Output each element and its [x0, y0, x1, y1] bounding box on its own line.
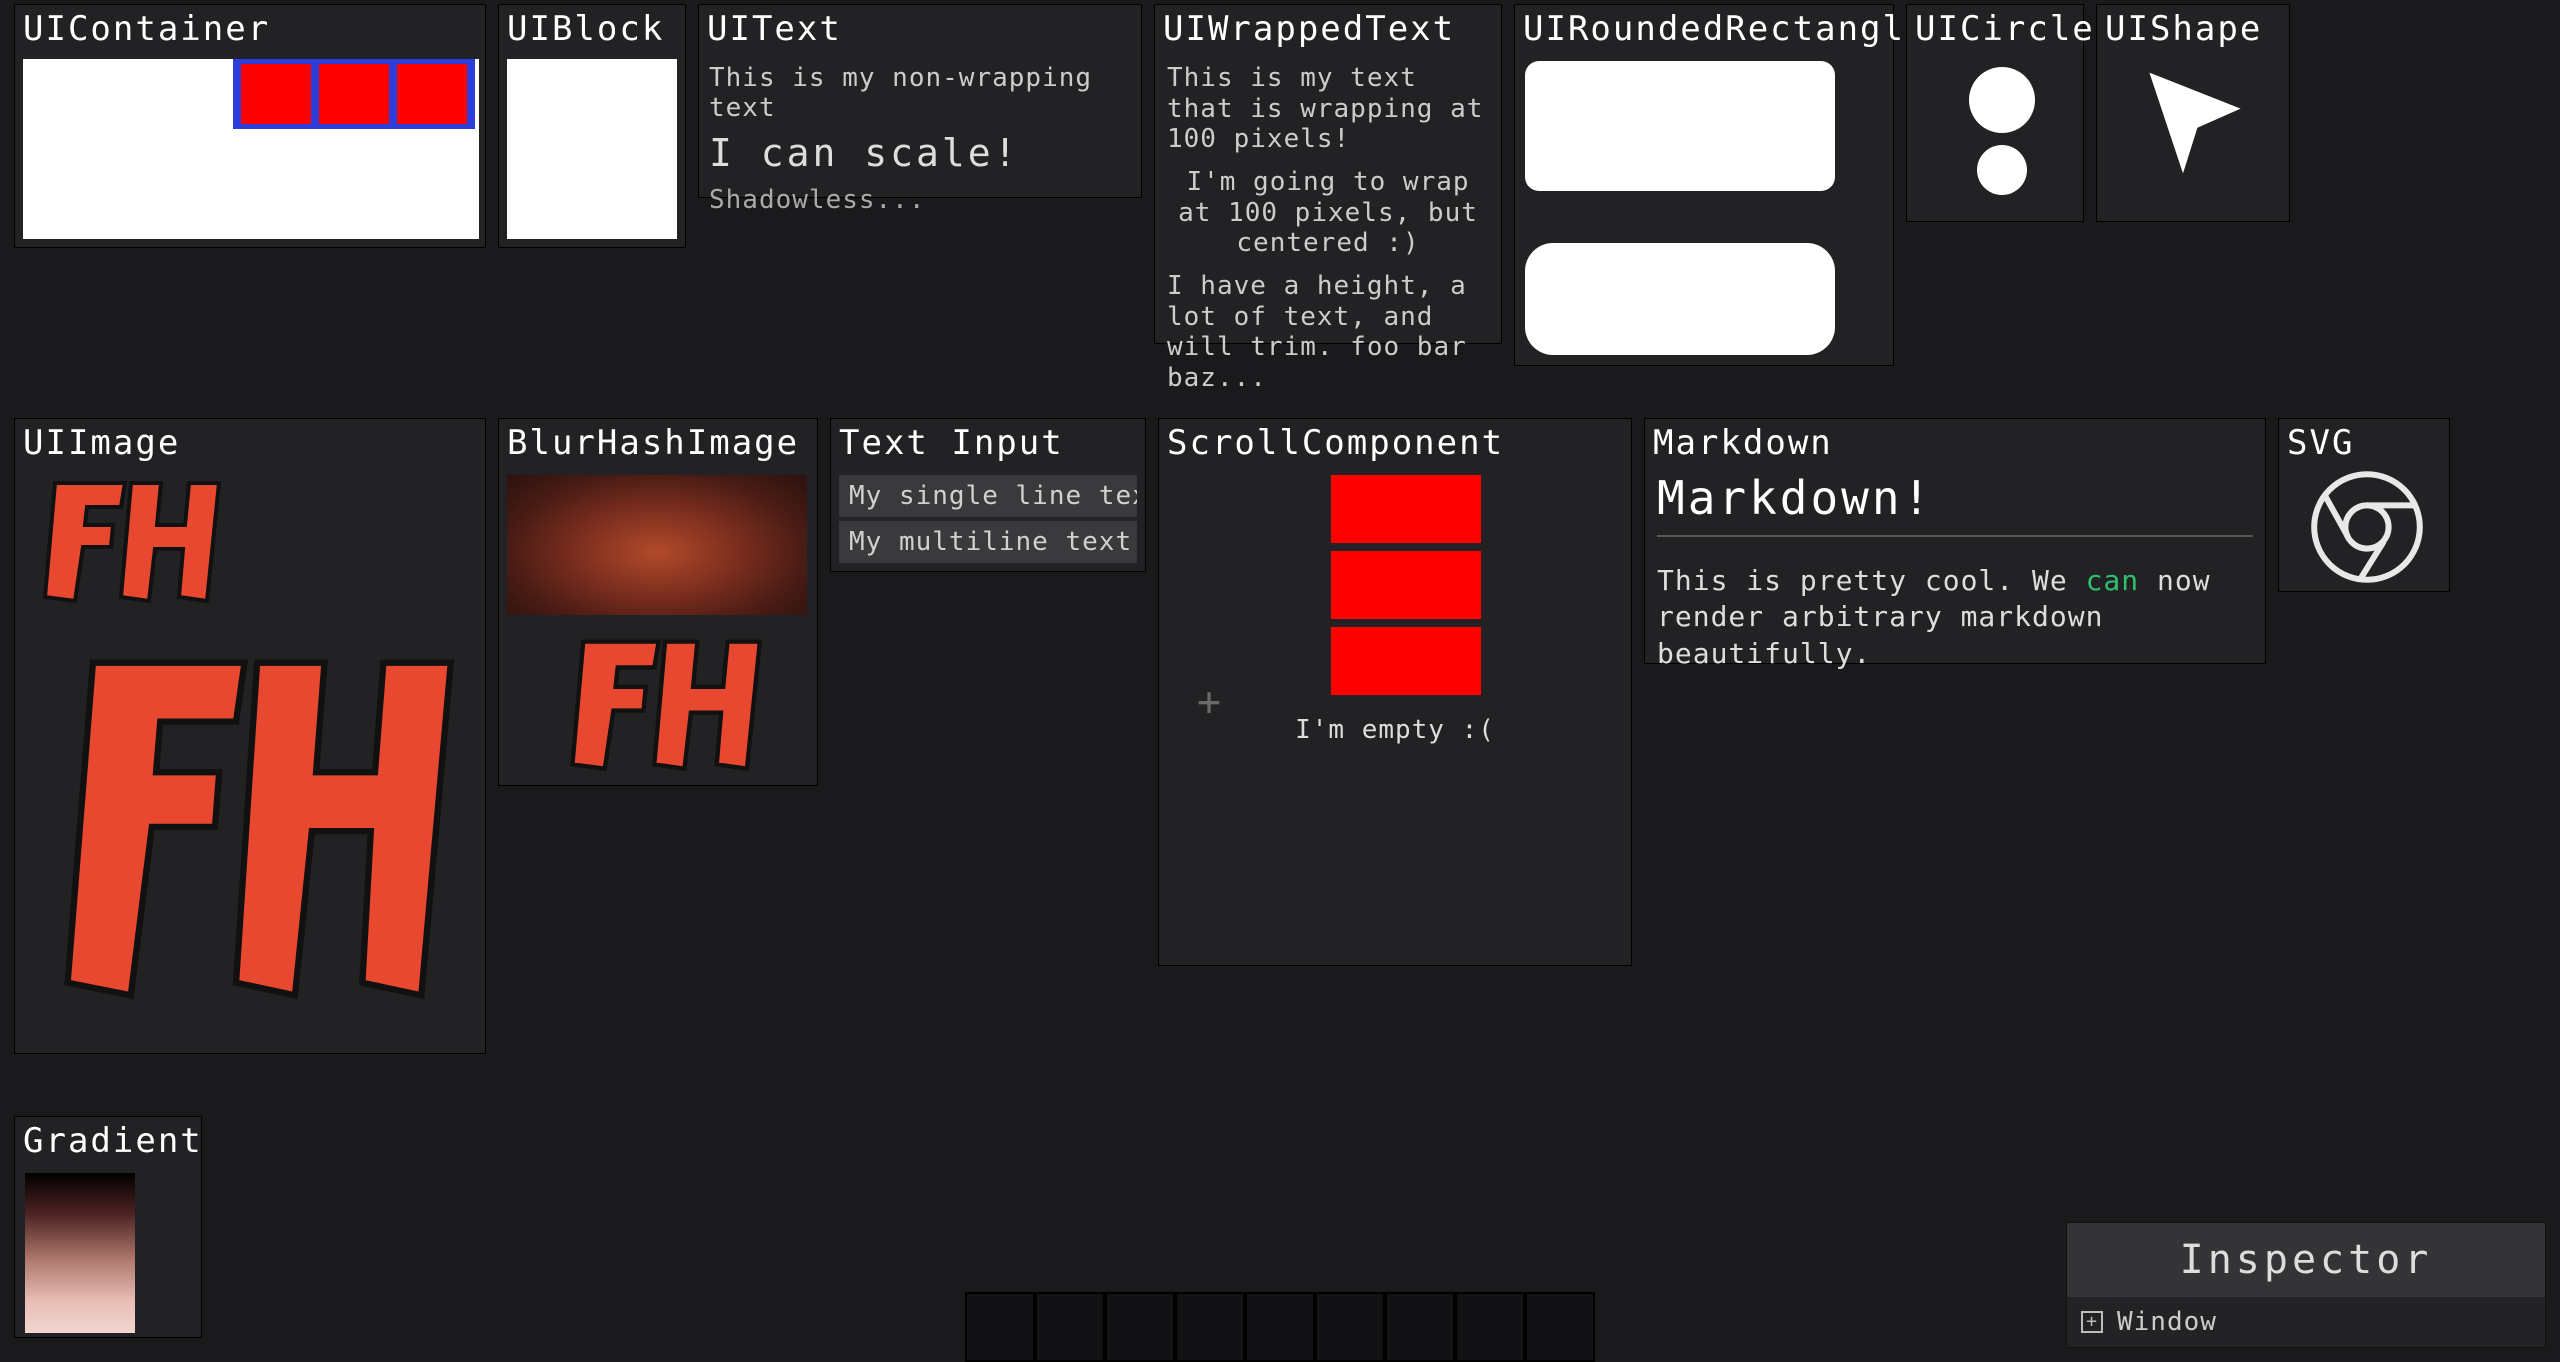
blurhash-preview [507, 475, 807, 615]
uicontainer-red-2 [319, 64, 389, 124]
panel-title: Text Input [831, 419, 1145, 471]
wrapped-para-1: This is my text that is wrapping at 100 … [1155, 57, 1501, 161]
hotbar-slot [1385, 1292, 1455, 1362]
inspector-title: Inspector [2067, 1223, 2545, 1297]
hotbar-slot [1105, 1292, 1175, 1362]
hotbar-slot [1525, 1292, 1595, 1362]
circle-1 [1969, 67, 2035, 133]
rounded-rect-1 [1525, 61, 1835, 191]
panel-title: UIBlock [499, 5, 685, 57]
panel-title: UIContainer [15, 5, 485, 57]
panel-uiroundedrectangle: UIRoundedRectangle [1514, 4, 1894, 366]
panel-uiwrappedtext: UIWrappedText This is my text that is wr… [1154, 4, 1502, 344]
uitext-line-scale: I can scale! [699, 129, 1141, 181]
single-line-input[interactable]: My single line text [839, 475, 1137, 517]
panel-title: UIRoundedRectangle [1515, 5, 1893, 57]
scroll-item-2[interactable] [1331, 551, 1481, 619]
expand-icon[interactable]: + [2081, 1311, 2103, 1333]
panel-title: ScrollComponent [1159, 419, 1631, 471]
panel-blurhashimage: BlurHashImage [498, 418, 818, 786]
panel-title: Markdown [1645, 419, 2265, 471]
hotbar-slot [1035, 1292, 1105, 1362]
panel-svg: SVG [2278, 418, 2450, 592]
fh-logo-medium [559, 633, 769, 773]
gradient-swatch [25, 1173, 135, 1333]
uicontainer-red-1 [241, 64, 311, 124]
inspector-tree-root-label: Window [2117, 1307, 2217, 1337]
panel-uitext: UIText This is my non-wrapping text I ca… [698, 4, 1142, 198]
inspector-panel: Inspector + Window [2066, 1222, 2546, 1348]
uitext-line-nowrap: This is my non-wrapping text [699, 57, 1141, 129]
panel-title: SVG [2279, 419, 2449, 471]
panel-uiimage: UIImage [14, 418, 486, 1054]
rounded-rect-2 [1525, 243, 1835, 355]
panel-markdown: Markdown Markdown! This is pretty cool. … [1644, 418, 2266, 664]
hotbar-slot [965, 1292, 1035, 1362]
uiblock-white-box [507, 59, 677, 239]
hotbar-slot [1315, 1292, 1385, 1362]
hotbar-slot [1245, 1292, 1315, 1362]
wrapped-para-2: I'm going to wrap at 100 pixels, but cen… [1155, 161, 1501, 265]
panel-title: UICircle [1907, 5, 2083, 57]
multi-line-input[interactable]: My multiline text... [839, 521, 1137, 563]
panel-title: UIImage [15, 419, 485, 471]
scroll-item-1[interactable] [1331, 475, 1481, 543]
markdown-heading: Markdown! [1645, 471, 2265, 531]
panel-title: BlurHashImage [499, 419, 817, 471]
hotbar [965, 1292, 1595, 1362]
panel-gradient: Gradient [14, 1116, 202, 1338]
hotbar-slot [1455, 1292, 1525, 1362]
panel-text-input: Text Input My single line text My multil… [830, 418, 1146, 572]
panel-scroll-component: ScrollComponent + I'm empty :( [1158, 418, 1632, 966]
scroll-item-3[interactable] [1331, 627, 1481, 695]
chrome-logo-icon [2307, 467, 2427, 587]
panel-title: Gradient [15, 1117, 201, 1169]
panel-title: UIShape [2097, 5, 2289, 57]
fh-logo-small [35, 475, 225, 605]
panel-uicircle: UICircle [1906, 4, 2084, 222]
panel-uiblock: UIBlock [498, 4, 686, 248]
markdown-rule [1657, 535, 2253, 537]
panel-title: UIText [699, 5, 1141, 57]
markdown-body-em: can [2086, 564, 2140, 597]
markdown-body-pre: This is pretty cool. We [1657, 564, 2086, 597]
hotbar-slot [1175, 1292, 1245, 1362]
uitext-line-shadowless: Shadowless... [699, 181, 1141, 219]
uicontainer-red-3 [397, 64, 467, 124]
arrow-cursor-icon [2135, 63, 2255, 183]
inspector-tree-row[interactable]: + Window [2067, 1297, 2545, 1347]
circle-2 [1977, 145, 2027, 195]
markdown-body: This is pretty cool. We can now render a… [1645, 563, 2265, 672]
wrapped-para-3: I have a height, a lot of text, and will… [1155, 265, 1501, 400]
fh-logo-large [55, 649, 455, 1009]
scroll-empty-label: I'm empty :( [1159, 715, 1631, 745]
panel-title: UIWrappedText [1155, 5, 1501, 57]
panel-uishape: UIShape [2096, 4, 2290, 222]
panel-uicontainer: UIContainer [14, 4, 486, 248]
